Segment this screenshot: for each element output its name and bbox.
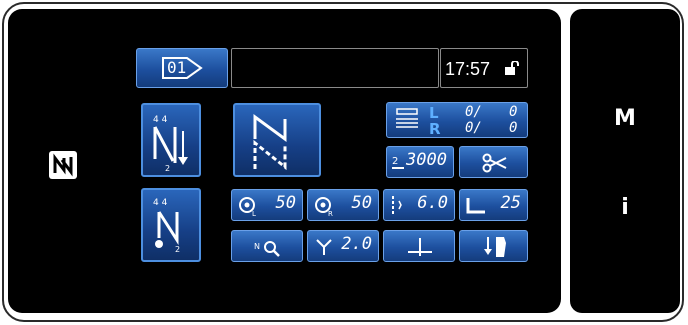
reverse-feed-icon [484, 237, 506, 257]
stitch-mode-button[interactable]: 4 4 2 [141, 188, 201, 262]
side-screen: M i [570, 9, 680, 313]
clock-display: 17:57 [440, 48, 528, 88]
tension-left-icon: L [239, 197, 256, 217]
needle-search-icon: N [254, 241, 280, 257]
pattern-name-field[interactable] [231, 48, 439, 88]
thread-trimmer-button[interactable] [459, 146, 528, 178]
svg-text:4 4: 4 4 [153, 115, 168, 125]
stitch-mode-icon: 4 4 2 [153, 198, 180, 254]
reverse-feed-button[interactable] [459, 230, 528, 262]
tension-right-icon: R [315, 197, 333, 217]
zigzag-width-value: 2.0 [341, 234, 372, 254]
counter-icon: 2 [392, 156, 404, 169]
svg-text:L: L [252, 210, 256, 217]
needle-position-icon [408, 238, 432, 256]
search-button[interactable]: N [231, 230, 303, 262]
presser-height-button[interactable]: 25 [459, 189, 528, 221]
right-tension-value: 50 [351, 193, 372, 213]
pattern-shape-button[interactable] [233, 103, 321, 177]
zigzag-pattern-icon [253, 114, 287, 171]
pitch-icon [392, 196, 402, 216]
svg-text:N: N [254, 242, 260, 251]
width-icon [316, 239, 332, 255]
right-value: 0/ [465, 120, 482, 136]
nfc-icon [49, 151, 77, 179]
thread-remaining-button[interactable]: L R 0/ 0 0/ 0 [386, 102, 528, 138]
svg-text:R: R [328, 210, 333, 217]
svg-text:2: 2 [175, 245, 180, 254]
pattern-number-button[interactable]: 01 [136, 48, 228, 88]
needle-position-button[interactable] [383, 230, 455, 262]
sewing-mode-icon: 4 4 2 [153, 115, 188, 173]
left-value-2: 0 [509, 104, 518, 120]
unlock-icon[interactable] [504, 61, 520, 75]
stitch-pitch-value: 6.0 [417, 193, 448, 213]
stitch-count-value: 25 [500, 193, 521, 213]
left-value: 0/ [465, 104, 482, 120]
sewing-mode-button[interactable]: 4 4 2 [141, 103, 201, 177]
counter-value: 3000 [406, 150, 447, 170]
right-value-2: 0 [509, 120, 518, 136]
counter-button[interactable]: 2 3000 [386, 146, 454, 178]
info-button[interactable]: i [570, 195, 680, 220]
menu-button[interactable]: M [570, 106, 680, 131]
bobbin-icon [396, 108, 418, 128]
right-label: R [429, 120, 441, 138]
clock-time: 17:57 [445, 59, 491, 79]
zigzag-width-button[interactable]: 2.0 [307, 230, 379, 262]
stitch-pitch-button[interactable]: 6.0 [383, 189, 455, 221]
svg-text:2: 2 [165, 164, 170, 173]
left-tension-value: 50 [275, 193, 296, 213]
svg-text:4 4: 4 4 [153, 198, 168, 208]
presser-foot-icon [466, 198, 485, 214]
left-tension-button[interactable]: L 50 [231, 189, 303, 221]
scissors-icon [482, 153, 507, 173]
right-tension-button[interactable]: R 50 [307, 189, 379, 221]
svg-text:2: 2 [392, 156, 398, 167]
pattern-number-value: 01 [167, 58, 187, 77]
